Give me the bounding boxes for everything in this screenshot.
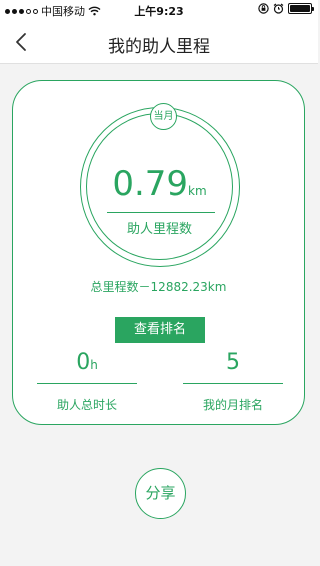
stat-divider — [37, 383, 137, 384]
period-badge: 当月 — [150, 103, 177, 130]
ring-divider — [107, 212, 215, 213]
mileage-card: 当月 0.79km 助人里程数 总里程数－12882.23km 查看排名 0h … — [12, 80, 305, 425]
monthly-mileage-value: 0.79km — [87, 164, 232, 211]
status-right — [258, 3, 314, 14]
view-ranking-button[interactable]: 查看排名 — [115, 317, 205, 343]
monthly-mileage-unit: km — [188, 184, 207, 198]
monthly-mileage-number: 0.79 — [112, 164, 189, 204]
total-hours-number: 0 — [76, 350, 91, 375]
total-hours-unit: h — [90, 358, 98, 372]
monthly-rank-value: 5 — [226, 350, 240, 375]
total-mileage: 总里程数－12882.23km — [90, 280, 227, 294]
monthly-mileage-inner-ring: 当月 0.79km 助人里程数 — [86, 103, 233, 260]
monthly-rank-label: 我的月排名 — [202, 398, 263, 412]
orientation-lock-icon — [258, 3, 269, 14]
monthly-mileage-label: 助人里程数 — [126, 222, 192, 237]
battery-icon — [288, 3, 314, 14]
share-button[interactable]: 分享 — [135, 468, 186, 519]
stat-divider — [183, 383, 283, 384]
total-hours-value: 0h — [37, 347, 137, 380]
navigation-bar: 我的助人里程 — [0, 20, 318, 64]
total-hours-label: 助人总时长 — [56, 398, 117, 412]
page-title: 我的助人里程 — [108, 37, 210, 57]
total-hours-stat: 0h 助人总时长 — [37, 347, 137, 413]
alarm-icon — [273, 3, 284, 14]
monthly-mileage-ring: 当月 0.79km 助人里程数 — [80, 103, 240, 267]
status-bar: 中国移动 上午9:23 — [0, 0, 318, 20]
monthly-rank-stat: 5 我的月排名 — [183, 347, 283, 413]
